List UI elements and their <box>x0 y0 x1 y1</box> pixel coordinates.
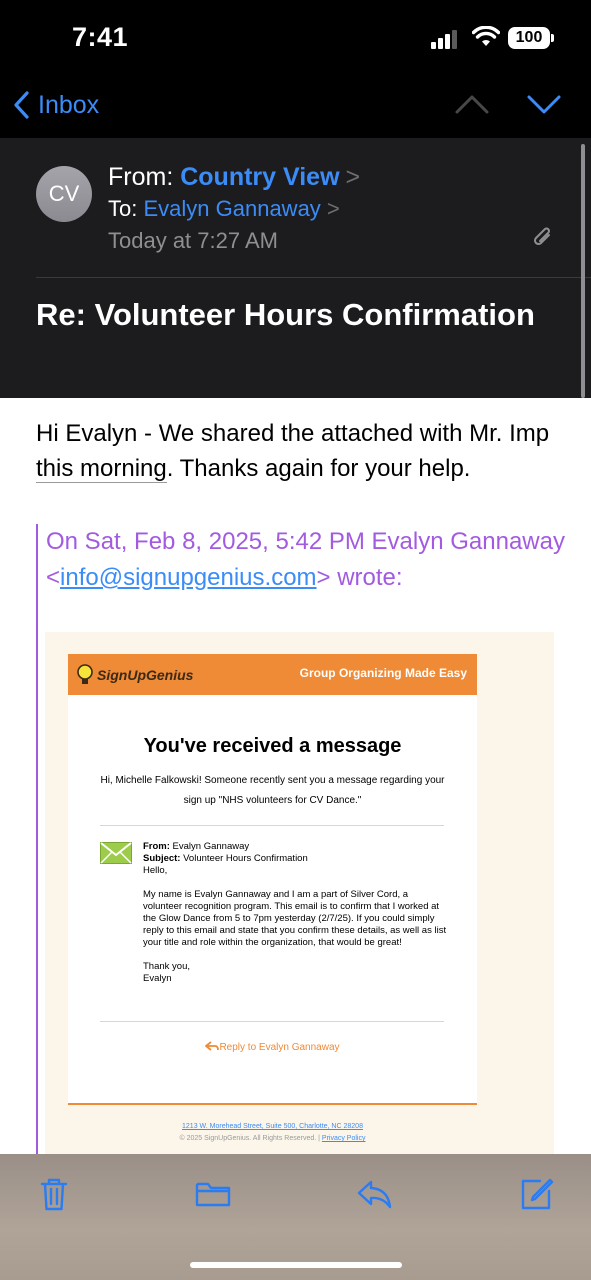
quote-attribution: On Sat, Feb 8, 2025, 5:42 PM Evalyn Gann… <box>46 524 566 596</box>
compose-icon[interactable] <box>518 1176 554 1212</box>
privacy-policy-link[interactable]: Privacy Policy <box>322 1135 366 1142</box>
date-detector-link[interactable]: this morning <box>36 455 167 483</box>
back-label: Inbox <box>38 90 100 119</box>
body-text-start: Hi Evalyn - We shared the attached with … <box>36 420 550 447</box>
sug-intro: Hi, Michelle Falkowski! Someone recently… <box>100 775 445 806</box>
sug-logo[interactable]: SignUpGenius <box>76 662 193 688</box>
status-bar: 7:41 100 <box>0 0 591 78</box>
battery-icon: 100 <box>508 27 550 49</box>
mail-body: Hi Evalyn - We shared the attached with … <box>0 398 591 1154</box>
sug-title: You've received a message <box>143 735 402 757</box>
paperclip-icon <box>533 227 550 246</box>
reply-icon[interactable] <box>357 1176 393 1212</box>
to-prefix: To: <box>108 196 138 221</box>
bottom-toolbar <box>0 1154 591 1280</box>
sender-name-link[interactable]: Country View <box>180 163 339 191</box>
previous-message-chevron-up-icon[interactable] <box>454 92 490 116</box>
from-prefix: From: <box>108 163 174 191</box>
chevron-right-icon: > <box>345 163 361 191</box>
battery-cap <box>551 34 554 42</box>
sug-signoff: Thank you, <box>143 961 190 972</box>
sug-reply-label: Reply to Evalyn Gannaway <box>219 1042 340 1053</box>
next-message-chevron-down-icon[interactable] <box>526 92 562 116</box>
wifi-icon <box>472 26 500 46</box>
lightbulb-icon <box>77 664 93 684</box>
sug-from-line: From: Evalyn Gannaway <box>143 841 250 852</box>
recipient-name-link[interactable]: Evalyn Gannaway <box>143 196 320 221</box>
signupgenius-email: SignUpGenius Group Organizing Made Easy … <box>45 632 554 1154</box>
status-time: 7:41 <box>72 22 129 52</box>
header-divider <box>36 277 591 278</box>
chevron-left-icon <box>14 91 29 119</box>
reply-arrow-icon <box>205 1041 220 1051</box>
sender-email-link[interactable]: info@signupgenius.com <box>60 564 317 591</box>
folder-icon[interactable] <box>195 1176 231 1212</box>
chevron-right-icon: > <box>326 196 340 221</box>
scroll-indicator <box>581 144 585 398</box>
divider <box>100 825 444 826</box>
sug-subject-line: Subject: Volunteer Hours Confirmation <box>143 853 308 864</box>
divider <box>100 1021 444 1022</box>
sug-reply-link[interactable]: Reply to Evalyn Gannaway <box>68 1041 477 1053</box>
trash-icon[interactable] <box>36 1176 72 1212</box>
body-text-end: . Thanks again for your help. <box>166 455 471 482</box>
cellular-signal-icon <box>431 29 461 49</box>
sender-avatar[interactable]: CV <box>36 166 92 222</box>
quote-bar <box>36 524 38 1154</box>
sug-footer-line <box>68 1103 477 1105</box>
from-line: From: Country View > <box>108 163 360 192</box>
body-paragraph: Hi Evalyn - We shared the attached with … <box>36 416 566 486</box>
sug-copyright: © 2025 SignUpGenius. All Rights Reserved… <box>179 1135 366 1142</box>
sug-address-link[interactable]: 1213 W. Morehead Street, Suite 500, Char… <box>45 1123 500 1130</box>
nav-bar: Inbox <box>0 78 591 138</box>
sug-message: From: Evalyn Gannaway Subject: Volunteer… <box>143 841 448 985</box>
sug-tagline: Group Organizing Made Easy <box>299 666 467 680</box>
sug-message-card: You've received a message Hi, Michelle F… <box>68 695 477 1103</box>
sug-signature: Evalyn <box>143 973 172 984</box>
quote-suffix: > wrote: <box>316 564 403 591</box>
sug-message-body: My name is Evalyn Gannaway and I am a pa… <box>143 889 447 948</box>
message-subject: Re: Volunteer Hours Confirmation <box>36 297 535 332</box>
sug-logo-text: SignUpGenius <box>97 667 194 683</box>
envelope-icon <box>100 842 132 864</box>
message-date: Today at 7:27 AM <box>108 228 278 253</box>
sug-greeting: Hello, <box>143 865 168 876</box>
sug-banner: SignUpGenius Group Organizing Made Easy <box>68 654 477 695</box>
mail-header: CV From: Country View > To: Evalyn Gannaw… <box>0 138 591 398</box>
back-to-inbox-button[interactable]: Inbox <box>12 88 99 122</box>
to-line: To: Evalyn Gannaway > <box>108 196 340 222</box>
home-indicator[interactable] <box>190 1262 402 1268</box>
